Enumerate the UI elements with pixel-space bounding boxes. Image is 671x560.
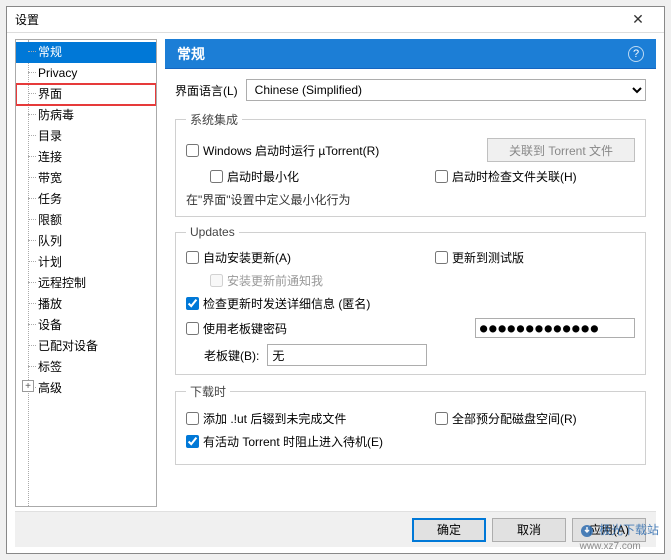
run-on-startup-checkbox[interactable] (186, 144, 199, 157)
sidebar-item-2[interactable]: 界面 (16, 84, 156, 105)
expand-icon[interactable]: + (22, 380, 34, 392)
bosskey-label: 老板键(B): (204, 347, 259, 364)
sidebar-item-7[interactable]: 任务 (16, 189, 156, 210)
sidebar-item-5[interactable]: 连接 (16, 147, 156, 168)
minimize-on-start-label: 启动时最小化 (227, 168, 299, 185)
sidebar-item-15[interactable]: 标签 (16, 357, 156, 378)
updates-group: Updates 自动安装更新(A) 更新到测试版 (175, 225, 646, 375)
sidebar-item-11[interactable]: 远程控制 (16, 273, 156, 294)
append-ut-checkbox[interactable] (186, 412, 199, 425)
cancel-button[interactable]: 取消 (492, 518, 566, 542)
language-label: 界面语言(L) (175, 82, 238, 99)
help-icon[interactable]: ? (628, 46, 644, 62)
send-details-checkbox[interactable] (186, 297, 199, 310)
language-select[interactable]: Chinese (Simplified) (246, 79, 646, 101)
window-title: 设置 (15, 11, 39, 28)
sidebar-item-16[interactable]: 高级+ (16, 378, 156, 399)
sidebar-item-0[interactable]: 常规 (16, 42, 156, 63)
sysint-legend: 系统集成 (186, 111, 242, 128)
beta-label: 更新到测试版 (452, 249, 524, 266)
sidebar-item-4[interactable]: 目录 (16, 126, 156, 147)
sidebar-item-3[interactable]: 防病毒 (16, 105, 156, 126)
sidebar-item-1[interactable]: Privacy (16, 63, 156, 84)
notify-before-install-checkbox (210, 274, 223, 287)
category-tree[interactable]: 常规Privacy界面防病毒目录连接带宽任务限额队列计划远程控制播放设备已配对设… (15, 39, 157, 507)
dialog-footer: 确定 取消 应用(A) (15, 511, 656, 547)
send-details-label: 检查更新时发送详细信息 (匿名) (203, 295, 370, 312)
sidebar-item-14[interactable]: 已配对设备 (16, 336, 156, 357)
ok-button[interactable]: 确定 (412, 518, 486, 542)
sidebar-item-8[interactable]: 限额 (16, 210, 156, 231)
system-integration-group: 系统集成 Windows 启动时运行 µTorrent(R) 关联到 Torre… (175, 111, 646, 217)
notify-before-install-label: 安装更新前通知我 (227, 272, 323, 289)
sidebar-item-12[interactable]: 播放 (16, 294, 156, 315)
bosskey-input[interactable] (267, 344, 427, 366)
prevent-standby-label: 有活动 Torrent 时阻止进入待机(E) (203, 433, 383, 450)
downloading-group: 下载时 添加 .!ut 后辍到未完成文件 全部预分配磁盘空间(R) (175, 383, 646, 465)
download-legend: 下载时 (186, 383, 230, 400)
apply-button[interactable]: 应用(A) (572, 518, 646, 542)
bosskey-password-input[interactable] (475, 318, 635, 338)
auto-install-checkbox[interactable] (186, 251, 199, 264)
prealloc-label: 全部预分配磁盘空间(R) (452, 410, 577, 427)
check-assoc-checkbox[interactable] (435, 170, 448, 183)
append-ut-label: 添加 .!ut 后辍到未完成文件 (203, 410, 346, 427)
use-bosskey-pw-checkbox[interactable] (186, 322, 199, 335)
beta-checkbox[interactable] (435, 251, 448, 264)
run-on-startup-label: Windows 启动时运行 µTorrent(R) (203, 142, 379, 159)
minimize-on-start-checkbox[interactable] (210, 170, 223, 183)
minimize-note: 在"界面"设置中定义最小化行为 (186, 191, 635, 208)
panel-header: 常规 ? (165, 39, 656, 69)
sidebar-item-10[interactable]: 计划 (16, 252, 156, 273)
panel-title: 常规 (177, 44, 205, 64)
sidebar-item-6[interactable]: 带宽 (16, 168, 156, 189)
prevent-standby-checkbox[interactable] (186, 435, 199, 448)
sidebar-item-9[interactable]: 队列 (16, 231, 156, 252)
auto-install-label: 自动安装更新(A) (203, 249, 291, 266)
use-bosskey-pw-label: 使用老板键密码 (203, 320, 287, 337)
check-assoc-label: 启动时检查文件关联(H) (452, 168, 577, 185)
sidebar-item-13[interactable]: 设备 (16, 315, 156, 336)
updates-legend: Updates (186, 225, 239, 239)
titlebar: 设置 ✕ (7, 7, 664, 33)
prealloc-checkbox[interactable] (435, 412, 448, 425)
associate-torrent-button[interactable]: 关联到 Torrent 文件 (487, 138, 635, 162)
close-button[interactable]: ✕ (620, 9, 656, 31)
